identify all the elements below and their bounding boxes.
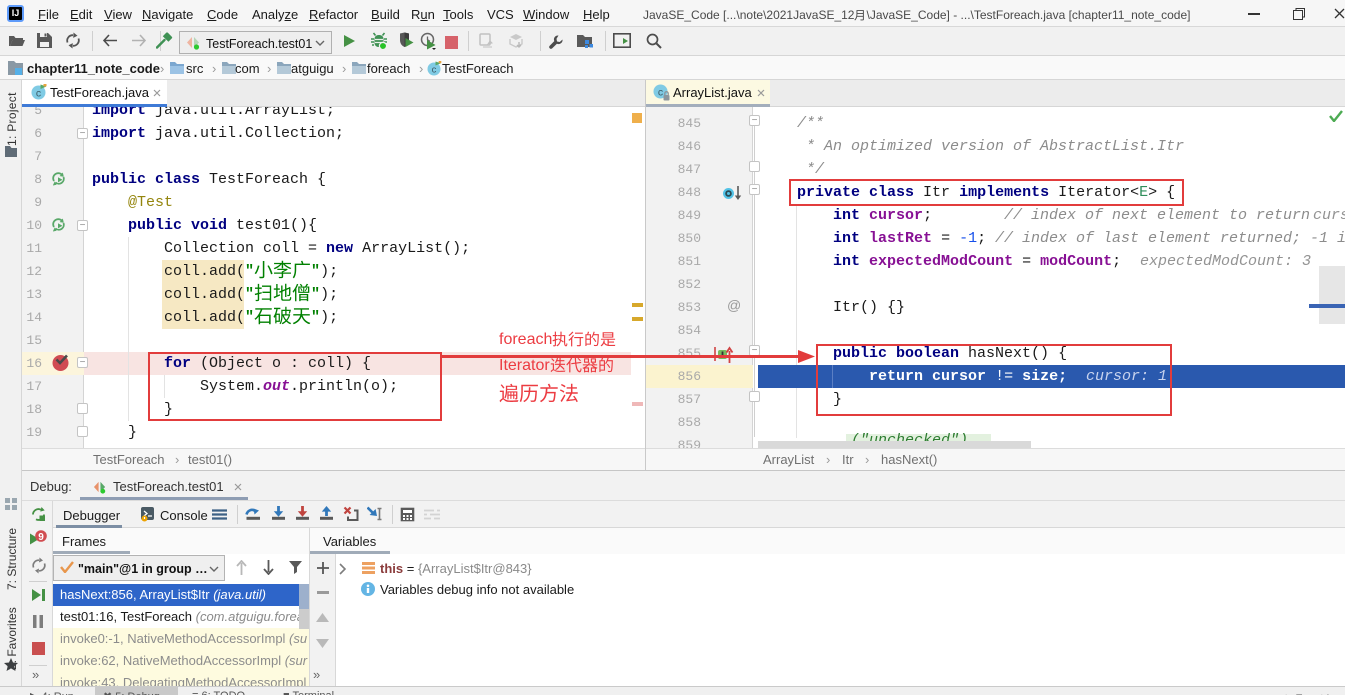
svg-text:c: c: [658, 87, 663, 99]
svg-text:9: 9: [38, 532, 44, 543]
svg-text:c: c: [36, 88, 41, 100]
svg-text:c: c: [432, 65, 437, 76]
